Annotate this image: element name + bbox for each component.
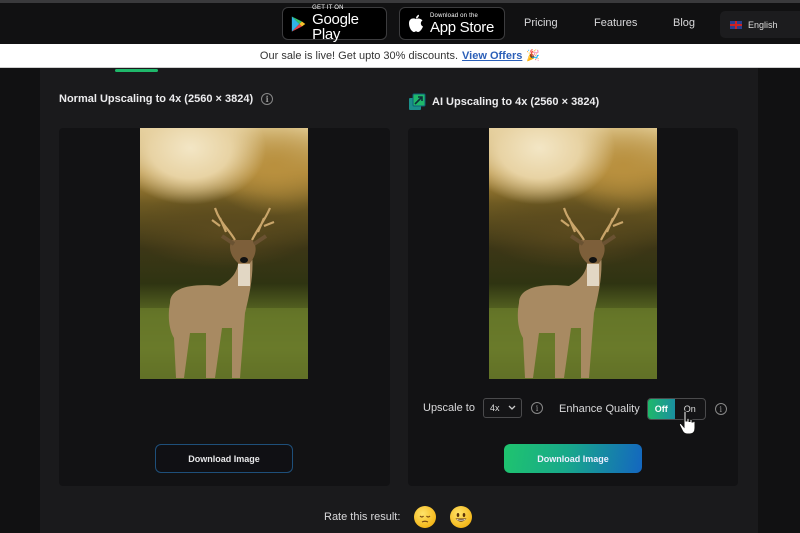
download-ai-button[interactable]: Download Image <box>504 444 642 473</box>
language-selector[interactable]: English <box>720 11 800 38</box>
uk-flag-icon <box>730 20 742 29</box>
apple-icon <box>409 14 423 32</box>
nav-link-features[interactable]: Features <box>594 17 637 29</box>
normal-upscaling-title: Normal Upscaling to 4x (2560 × 3824) i <box>59 93 274 105</box>
nav-link-pricing[interactable]: Pricing <box>524 17 558 29</box>
google-play-button[interactable]: GET IT ON Google Play <box>282 5 387 43</box>
download-normal-button[interactable]: Download Image <box>155 444 293 473</box>
top-nav: GET IT ON Google Play Download on the Ap… <box>0 3 800 44</box>
upscale-label: Upscale to <box>423 402 475 414</box>
chevron-down-icon <box>508 405 516 410</box>
rating-label: Rate this result: <box>324 511 401 523</box>
upscale-control: Upscale to 4x i <box>423 398 543 418</box>
rating-row: Rate this result: <box>324 506 473 528</box>
upscale-select[interactable]: 4x <box>482 398 522 418</box>
ai-upscaled-image <box>489 128 657 379</box>
google-play-big-text: Google Play <box>312 11 359 43</box>
google-play-icon <box>291 15 306 32</box>
party-popper-icon: 🎉 <box>526 50 541 62</box>
nav-link-blog[interactable]: Blog <box>673 17 695 29</box>
view-offers-link[interactable]: View Offers <box>462 50 522 62</box>
app-store-button[interactable]: Download on the App Store <box>399 7 505 40</box>
info-icon[interactable]: i <box>261 93 274 105</box>
enhance-quality-label: Enhance Quality <box>559 403 640 415</box>
enhance-info-icon[interactable]: i <box>714 403 727 415</box>
ai-upscale-icon <box>409 93 426 110</box>
banner-text: Our sale is live! Get upto 30% discounts… <box>259 49 459 62</box>
enhance-quality-toggle[interactable]: Off On <box>646 398 706 420</box>
active-tab-indicator <box>115 69 158 72</box>
ai-upscaling-title-text: AI Upscaling to 4x (2560 × 3824) <box>432 96 600 108</box>
ai-upscaling-title: AI Upscaling to 4x (2560 × 3824) <box>408 93 599 111</box>
sad-face-rating-icon[interactable] <box>414 506 437 528</box>
normal-upscaled-image <box>140 128 308 379</box>
toggle-off-option[interactable]: Off <box>647 399 675 419</box>
sale-banner: Our sale is live! Get upto 30% discounts… <box>0 44 800 68</box>
app-store-small-text: Download on the <box>430 12 479 19</box>
normal-upscaling-title-text: Normal Upscaling to 4x (2560 × 3824) <box>59 93 254 105</box>
app-store-big-text: App Store <box>430 18 495 36</box>
happy-face-rating-icon[interactable] <box>450 506 473 528</box>
upscale-info-icon[interactable]: i <box>530 402 543 414</box>
upscale-value: 4x <box>489 403 500 413</box>
enhance-quality-control: Enhance Quality Off On i <box>559 398 727 420</box>
language-label: English <box>748 19 778 30</box>
hand-pointer-cursor-icon <box>678 410 696 435</box>
